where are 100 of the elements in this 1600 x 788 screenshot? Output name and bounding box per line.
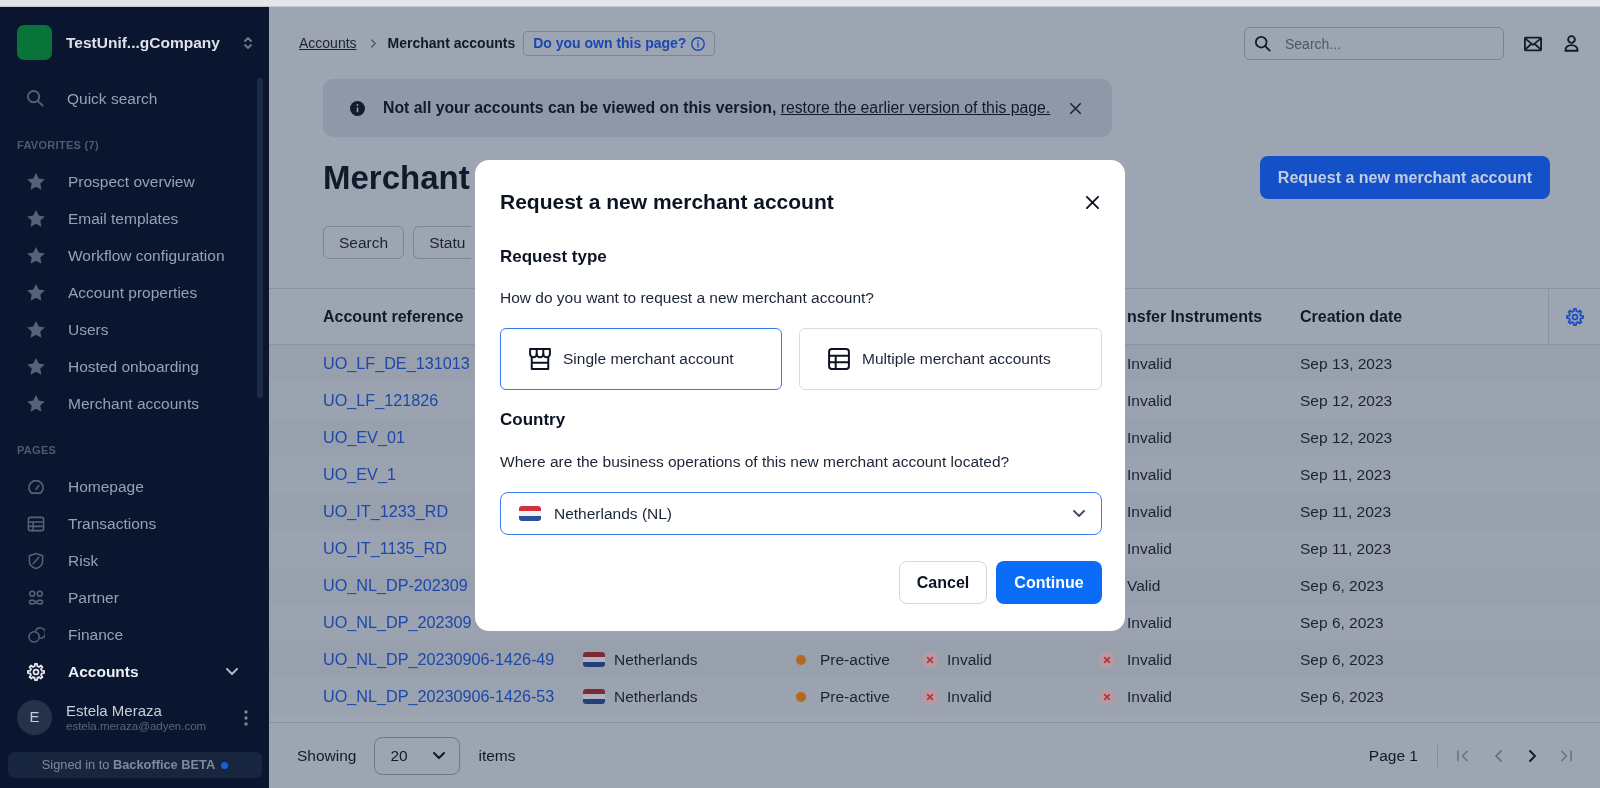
sidebar-item[interactable]: Finance <box>17 616 253 653</box>
store-icon <box>529 348 551 370</box>
continue-button[interactable]: Continue <box>996 561 1102 604</box>
sidebar-item[interactable]: Hosted onboarding <box>17 348 253 385</box>
table-cell-text: Pre-active <box>820 649 890 670</box>
table-cell-text: Invalid <box>1127 501 1172 522</box>
question-text: How do you want to request a new merchant account? <box>500 288 875 308</box>
breadcrumb-link[interactable]: Accounts <box>299 33 357 54</box>
column-header: Creation date <box>1300 306 1403 327</box>
info-icon <box>350 100 365 116</box>
table-cell-text: Netherlands <box>614 686 698 707</box>
table-cell-text: Invalid <box>1127 686 1172 707</box>
question-text: Where are the business operations of this new merchant account located? <box>500 452 1011 472</box>
table-cell-text: Invalid <box>1127 353 1172 374</box>
star-icon <box>27 210 45 227</box>
column-header: Account reference <box>323 306 464 327</box>
sidebar-item[interactable]: Merchant accounts <box>17 385 253 422</box>
table-cell-text: Invalid <box>1127 649 1172 670</box>
star-icon <box>27 321 45 338</box>
flag-icon <box>519 506 541 521</box>
user-avatar: E <box>17 700 52 735</box>
table-cell-text: Sep 6, 2023 <box>1300 575 1384 596</box>
people-icon <box>27 588 45 607</box>
table-cell-text: Invalid <box>947 649 992 670</box>
restore-link[interactable]: restore the earlier version of this page. <box>780 99 1051 117</box>
gauge-icon <box>27 477 45 496</box>
user-name: Estela Meraza <box>66 701 163 720</box>
table-cell-text: Sep 6, 2023 <box>1300 649 1384 670</box>
table-cell-text: Invalid <box>1127 612 1172 633</box>
sidebar-item[interactable]: Homepage <box>17 468 253 505</box>
sidebar-item[interactable]: Risk <box>17 542 253 579</box>
gear-icon <box>27 662 45 681</box>
table-cell-text: Invalid <box>947 686 992 707</box>
table-cell-text: Invalid <box>1127 427 1172 448</box>
items-label: items <box>478 745 516 766</box>
section-heading: FAVORITES (7) <box>17 138 100 153</box>
section-heading: Country <box>500 409 567 431</box>
mail-icon[interactable] <box>1524 35 1542 52</box>
flag-icon <box>583 652 605 667</box>
shield-icon <box>27 551 45 570</box>
sidebar-item[interactable]: Prospect overview <box>17 163 253 200</box>
switch-account-icon[interactable] <box>244 36 252 49</box>
breadcrumb-current: Merchant accounts <box>387 34 516 53</box>
search-icon <box>1255 35 1271 52</box>
showing-label: Showing <box>297 745 357 766</box>
sidebar-item[interactable]: Transactions <box>17 505 253 542</box>
sidebar-item[interactable]: Workflow configuration <box>17 237 253 274</box>
chevron-right-icon <box>370 39 376 48</box>
table-cell-text: Invalid <box>1127 538 1172 559</box>
country-select[interactable]: Netherlands (NL) <box>500 492 1102 535</box>
table-cell-text: Valid <box>1127 575 1161 596</box>
account-name: TestUnif...gCompany <box>66 32 221 53</box>
star-icon <box>27 358 45 375</box>
filter-button[interactable]: Statu <box>413 226 472 259</box>
sidebar-item[interactable]: Accounts <box>17 653 253 690</box>
table-icon <box>27 514 45 533</box>
user-email: estela.meraza@adyen.com <box>66 719 208 734</box>
table-cell-text: Sep 12, 2023 <box>1300 390 1393 411</box>
table-cell-text: Sep 11, 2023 <box>1300 538 1392 559</box>
quick-search-button[interactable]: Quick search <box>17 80 253 117</box>
page-size-select[interactable]: 20 <box>374 736 461 775</box>
sidebar-item[interactable]: Email templates <box>17 200 253 237</box>
column-header: nsfer Instruments <box>1127 306 1263 327</box>
next-page-icon[interactable] <box>1529 749 1536 762</box>
user-icon[interactable] <box>1564 35 1579 52</box>
flag-icon <box>583 689 605 704</box>
star-icon <box>27 284 45 301</box>
table-cell-text: Invalid <box>1127 390 1172 411</box>
search-field[interactable]: Search... <box>1244 27 1504 60</box>
table-cell-text: Invalid <box>1127 464 1172 485</box>
sidebar-item[interactable]: Users <box>17 311 253 348</box>
section-heading: Request type <box>500 246 608 268</box>
status-dot-icon <box>221 761 229 769</box>
option-card[interactable]: Multiple merchant accounts <box>799 328 1102 390</box>
cancel-button[interactable]: Cancel <box>899 561 987 604</box>
sidebar-item[interactable]: Partner <box>17 579 253 616</box>
chevron-down-icon <box>1073 510 1085 517</box>
sidebar-item[interactable]: Account properties <box>17 274 253 311</box>
table-cell-text: Pre-active <box>820 686 890 707</box>
option-card[interactable]: Single merchant account <box>500 328 782 390</box>
filter-button[interactable]: Search <box>323 226 405 259</box>
table-cell-text: Sep 6, 2023 <box>1300 612 1384 633</box>
table-cell-text: Sep 6, 2023 <box>1300 686 1384 707</box>
modal-title: Request a new merchant account <box>500 189 834 215</box>
account-logo-icon <box>17 25 52 60</box>
page-indicator: Page 1 <box>1368 745 1418 766</box>
close-icon[interactable] <box>1086 195 1099 209</box>
table-cell-text: Sep 11, 2023 <box>1300 501 1392 522</box>
request-account-button[interactable]: Request a new merchant account <box>1260 156 1550 199</box>
signin-text: Signed in to Backoffice BETA <box>41 756 216 775</box>
settings-icon[interactable] <box>1565 307 1584 326</box>
star-icon <box>27 395 45 412</box>
more-options-icon[interactable] <box>244 709 248 726</box>
info-icon <box>691 36 706 51</box>
coins-icon <box>27 625 45 644</box>
table-cell-text: Sep 12, 2023 <box>1300 427 1393 448</box>
grid-icon <box>828 348 850 370</box>
star-icon <box>27 247 45 264</box>
page-title: Merchant <box>323 158 470 198</box>
section-heading: PAGES <box>17 443 58 458</box>
